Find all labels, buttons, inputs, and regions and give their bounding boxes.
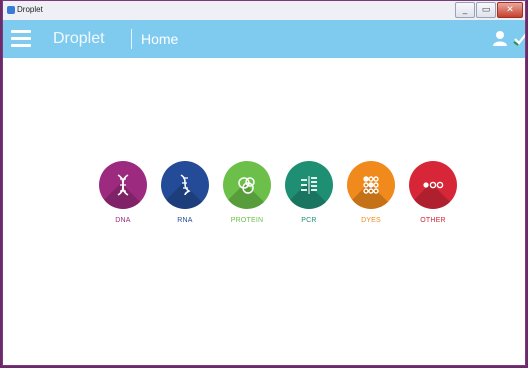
category-circle[interactable]: [409, 161, 457, 209]
app-header: Droplet Home: [3, 20, 525, 58]
category-tile-dyes[interactable]: DYES: [341, 161, 401, 224]
category-circle[interactable]: [161, 161, 209, 209]
category-circle[interactable]: [99, 161, 147, 209]
menu-icon[interactable]: [11, 30, 31, 48]
app-window: Droplet _ ▭ ✕ Droplet Home DNA RNA PROTEIN…: [2, 0, 526, 366]
window-title: Droplet: [17, 5, 43, 14]
category-tiles: DNA RNA PROTEIN PCR DYES OTHER: [3, 161, 525, 241]
sync-icon[interactable]: [513, 30, 526, 46]
dna-helix-icon: [117, 174, 129, 196]
category-label: PROTEIN: [230, 217, 264, 224]
maximize-button[interactable]: ▭: [476, 2, 496, 18]
category-label: DYES: [361, 217, 381, 224]
category-label: PCR: [301, 217, 317, 224]
category-circle[interactable]: [223, 161, 271, 209]
category-label: DNA: [115, 217, 131, 224]
category-tile-pcr[interactable]: PCR: [279, 161, 339, 224]
category-tile-other[interactable]: OTHER: [403, 161, 463, 224]
window-controls: _ ▭ ✕: [454, 2, 523, 18]
close-button[interactable]: ✕: [497, 2, 523, 18]
category-tile-rna[interactable]: RNA: [155, 161, 215, 224]
category-tile-dna[interactable]: DNA: [93, 161, 153, 224]
category-label: RNA: [177, 217, 193, 224]
category-circle[interactable]: [285, 161, 333, 209]
three-dots-icon: [423, 181, 444, 189]
pcr-bars-icon: [301, 176, 317, 194]
app-window-icon: [7, 6, 15, 14]
page-title: Home: [141, 31, 179, 47]
rna-helix-icon: [180, 174, 191, 196]
dye-dots-icon: [363, 176, 379, 194]
user-icon[interactable]: [493, 30, 507, 46]
category-label: OTHER: [420, 217, 446, 224]
category-circle[interactable]: [347, 161, 395, 209]
title-bar: Droplet _ ▭ ✕: [3, 1, 525, 21]
category-tile-protein[interactable]: PROTEIN: [217, 161, 277, 224]
brand-name: Droplet: [53, 30, 105, 47]
minimize-button[interactable]: _: [455, 2, 475, 18]
header-divider: [131, 29, 132, 49]
protein-blob-icon: [238, 177, 255, 194]
